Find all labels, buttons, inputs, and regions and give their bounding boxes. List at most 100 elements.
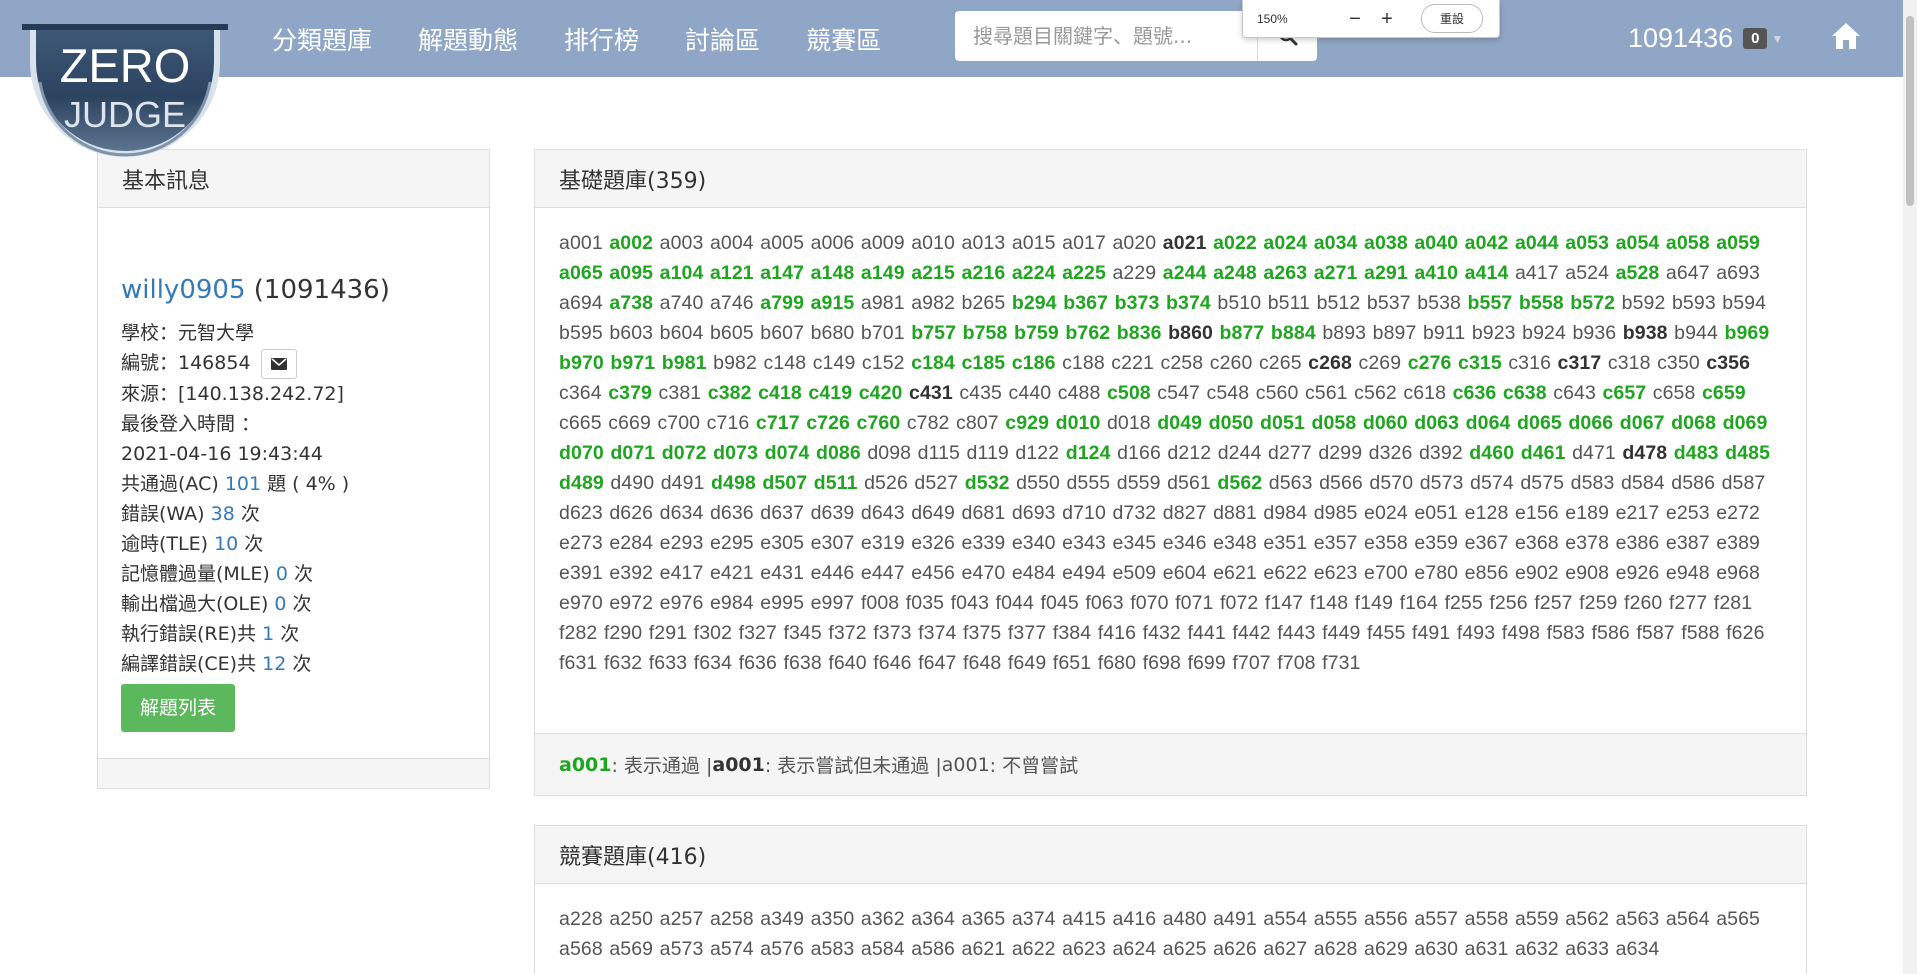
problem-link[interactable]: c148 [763, 352, 806, 374]
problem-link[interactable]: d058 [1311, 412, 1356, 434]
problem-link[interactable]: d478 [1622, 442, 1667, 464]
problem-link[interactable]: b294 [1012, 292, 1057, 314]
problem-link[interactable]: e339 [962, 532, 1006, 554]
problem-link[interactable]: a410 [1414, 262, 1458, 284]
problem-link[interactable]: a584 [861, 938, 905, 960]
problem-link[interactable]: d575 [1520, 472, 1564, 494]
problem-link[interactable]: c316 [1508, 352, 1551, 374]
problem-link[interactable]: c188 [1062, 352, 1105, 374]
problem-link[interactable]: b511 [1268, 292, 1310, 314]
problem-link[interactable]: a416 [1112, 908, 1156, 930]
problem-link[interactable]: f377 [1008, 622, 1046, 644]
problem-link[interactable]: f282 [559, 622, 597, 644]
problem-link[interactable]: a034 [1314, 232, 1358, 254]
problem-link[interactable]: d069 [1723, 412, 1768, 434]
problem-link[interactable]: a524 [1565, 262, 1609, 284]
problem-link[interactable]: a215 [911, 262, 955, 284]
problem-link[interactable]: d626 [609, 502, 653, 524]
problem-link[interactable]: c717 [756, 412, 800, 434]
problem-link[interactable]: f680 [1098, 652, 1136, 674]
problem-link[interactable]: e780 [1414, 562, 1458, 584]
problem-link[interactable]: c658 [1653, 382, 1696, 404]
problem-link[interactable]: d491 [661, 472, 705, 494]
problem-link[interactable]: f302 [694, 622, 732, 644]
problem-link[interactable]: f070 [1130, 592, 1168, 614]
send-mail-button[interactable] [260, 348, 297, 379]
problem-link[interactable]: c184 [911, 352, 955, 374]
problem-link[interactable]: b884 [1271, 322, 1316, 344]
problem-link[interactable]: a224 [1012, 262, 1056, 284]
problem-link[interactable]: b836 [1117, 322, 1162, 344]
problem-link[interactable]: c547 [1157, 382, 1200, 404]
problem-link[interactable]: e856 [1465, 562, 1509, 584]
problem-link[interactable]: f648 [963, 652, 1001, 674]
problem-link[interactable]: f638 [783, 652, 821, 674]
problem-link[interactable]: b923 [1472, 322, 1516, 344]
problem-link[interactable]: a374 [1012, 908, 1056, 930]
problem-link[interactable]: d827 [1163, 502, 1207, 524]
problem-link[interactable]: f647 [918, 652, 956, 674]
problem-link[interactable]: f255 [1444, 592, 1482, 614]
zoom-reset-button[interactable]: 重設 [1421, 4, 1484, 33]
problem-link[interactable]: d584 [1621, 472, 1665, 494]
problem-link[interactable]: a557 [1414, 908, 1458, 930]
problem-link[interactable]: f277 [1669, 592, 1707, 614]
problem-link[interactable]: a005 [760, 232, 804, 254]
problem-link[interactable]: e386 [1616, 532, 1660, 554]
problem-link[interactable]: d643 [861, 502, 905, 524]
problem-link[interactable]: e272 [1716, 502, 1760, 524]
problem-link[interactable]: d527 [914, 472, 958, 494]
problem-link[interactable]: a480 [1163, 908, 1207, 930]
problem-link[interactable]: a364 [911, 908, 955, 930]
problem-link[interactable]: a528 [1616, 262, 1660, 284]
problem-link[interactable]: c643 [1553, 382, 1596, 404]
problem-link[interactable]: a630 [1414, 938, 1458, 960]
problem-link[interactable]: a022 [1213, 232, 1257, 254]
problem-link[interactable]: a095 [609, 262, 653, 284]
problem-link[interactable]: c807 [956, 412, 999, 434]
problem-link[interactable]: d166 [1117, 442, 1161, 464]
problem-link[interactable]: a632 [1515, 938, 1559, 960]
problem-link[interactable]: b558 [1519, 292, 1564, 314]
nav-link-forum[interactable]: 討論區 [685, 21, 760, 57]
problem-link[interactable]: a415 [1062, 908, 1106, 930]
problem-link[interactable]: b938 [1623, 322, 1668, 344]
problem-link[interactable]: e623 [1314, 562, 1358, 584]
problem-link[interactable]: c418 [758, 382, 802, 404]
problem-link[interactable]: a257 [660, 908, 704, 930]
problem-link[interactable]: e948 [1666, 562, 1710, 584]
problem-link[interactable]: c186 [1012, 352, 1056, 374]
problem-link[interactable]: b969 [1724, 322, 1769, 344]
problem-link[interactable]: d573 [1420, 472, 1464, 494]
problem-link[interactable]: e348 [1213, 532, 1257, 554]
problem-link[interactable]: e431 [760, 562, 804, 584]
problem-link[interactable]: a982 [911, 292, 955, 314]
problem-link[interactable]: d732 [1112, 502, 1156, 524]
problem-link[interactable]: f588 [1681, 622, 1719, 644]
problem-link[interactable]: d073 [713, 442, 758, 464]
problem-link[interactable]: c265 [1259, 352, 1302, 374]
user-menu[interactable]: 1091436 0 ▼ [1628, 0, 1783, 77]
problem-link[interactable]: b595 [559, 322, 603, 344]
problem-link[interactable]: a633 [1565, 938, 1609, 960]
problem-link[interactable]: b265 [962, 292, 1006, 314]
problem-link[interactable]: c508 [1107, 382, 1151, 404]
problem-link[interactable]: b603 [609, 322, 653, 344]
problem-link[interactable]: c364 [559, 382, 602, 404]
problem-link[interactable]: e389 [1716, 532, 1760, 554]
problem-link[interactable]: c269 [1358, 352, 1401, 374]
problem-link[interactable]: f374 [918, 622, 956, 644]
nav-link-contest[interactable]: 競賽區 [806, 21, 881, 57]
problem-link[interactable]: d063 [1414, 412, 1459, 434]
problem-link[interactable]: e358 [1364, 532, 1408, 554]
problem-link[interactable]: d461 [1521, 442, 1566, 464]
problem-link[interactable]: f149 [1355, 592, 1393, 614]
problem-link[interactable]: e295 [710, 532, 754, 554]
problem-link[interactable]: a621 [962, 938, 1006, 960]
problem-link[interactable]: c548 [1207, 382, 1250, 404]
problem-link[interactable]: d985 [1314, 502, 1358, 524]
problem-link[interactable]: e357 [1314, 532, 1358, 554]
problem-link[interactable]: e908 [1565, 562, 1609, 584]
problem-link[interactable]: f587 [1636, 622, 1674, 644]
problem-link[interactable]: d710 [1062, 502, 1106, 524]
